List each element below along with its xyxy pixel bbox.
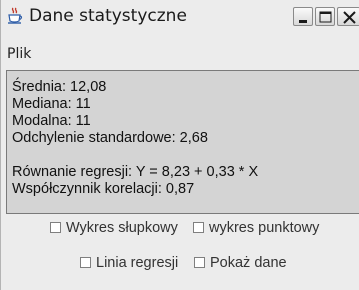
- app-window: Dane statystyczne Plik Średnia: 12,08 Me…: [0, 0, 359, 290]
- regression-line-checkbox[interactable]: Linia regresji: [80, 255, 178, 271]
- statistics-panel: Średnia: 12,08 Mediana: 11 Modalna: 11 O…: [6, 70, 359, 214]
- bar-chart-checkbox[interactable]: Wykres słupkowy: [50, 220, 178, 236]
- stddev-text: Odchylenie standardowe: 2,68: [12, 130, 208, 146]
- mode-text: Modalna: 11: [12, 113, 91, 129]
- bar-chart-label: Wykres słupkowy: [66, 220, 178, 236]
- correlation-text: Współczynnik korelacji: 0,87: [12, 181, 195, 197]
- close-button[interactable]: [337, 7, 359, 26]
- maximize-icon: [319, 11, 332, 23]
- show-data-label: Pokaż dane: [210, 255, 287, 271]
- regression-equation-text: Równanie regresji: Y = 8,23 + 0,33 * X: [12, 164, 259, 180]
- scatter-chart-label: wykres punktowy: [209, 220, 320, 236]
- menu-file[interactable]: Plik: [7, 46, 31, 62]
- minimize-button[interactable]: [293, 7, 313, 26]
- scatter-chart-checkbox[interactable]: wykres punktowy: [193, 220, 319, 236]
- median-text: Mediana: 11: [12, 96, 91, 112]
- checkbox-box[interactable]: [194, 257, 205, 268]
- checkbox-box[interactable]: [193, 222, 204, 233]
- maximize-button[interactable]: [315, 7, 335, 26]
- java-coffee-cup-icon: [7, 7, 23, 25]
- minimize-icon: [299, 20, 307, 23]
- window-title: Dane statystyczne: [29, 6, 187, 26]
- close-icon: [343, 11, 356, 24]
- mean-text: Średnia: 12,08: [12, 79, 107, 95]
- regression-line-label: Linia regresji: [96, 255, 179, 271]
- checkbox-box[interactable]: [80, 257, 91, 268]
- title-bar[interactable]: Dane statystyczne: [1, 0, 359, 32]
- show-data-checkbox[interactable]: Pokaż dane: [194, 255, 287, 271]
- menu-bar: Plik: [1, 44, 359, 68]
- checkbox-box[interactable]: [50, 222, 61, 233]
